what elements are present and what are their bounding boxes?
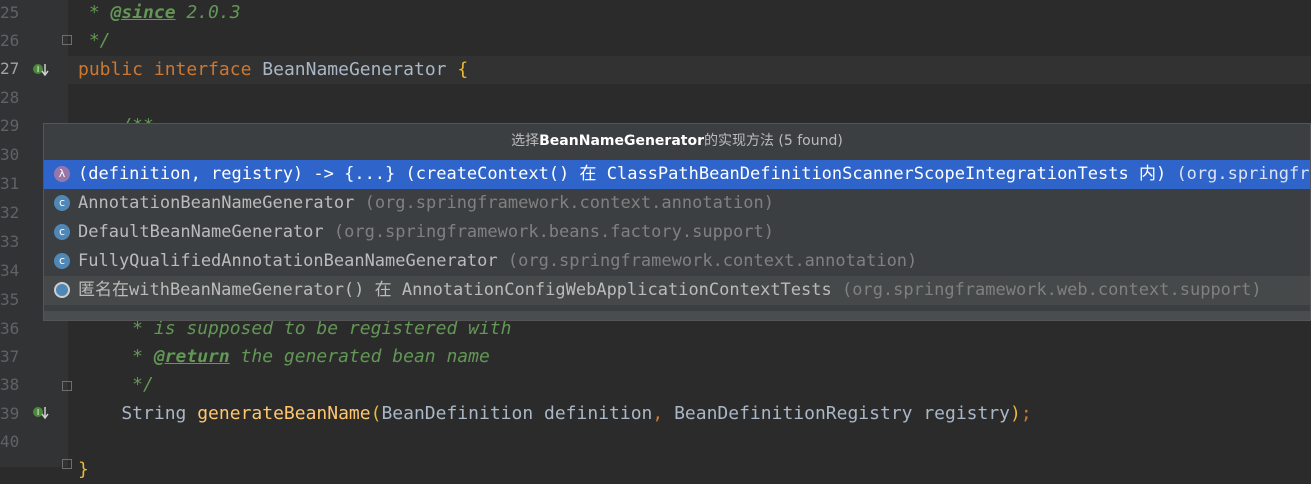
popup-item-lambda[interactable]: λ (definition, registry) -> {...} (creat… — [44, 160, 1310, 189]
popup-item-text: (definition, registry) -> {...} (createC… — [78, 160, 1310, 189]
brace: } — [78, 459, 89, 480]
parameter: BeanDefinition definition — [381, 403, 653, 424]
keyword: public — [78, 59, 144, 80]
implemented-by-gutter-icon[interactable]: I — [32, 405, 50, 421]
popup-title: 选择BeanNameGenerator的实现方法 (5 found) — [44, 124, 1310, 159]
code-line: public interface BeanNameGenerator { — [78, 56, 468, 84]
fold-marker-icon[interactable] — [62, 35, 72, 45]
popup-title-interface: BeanNameGenerator — [539, 133, 704, 149]
popup-item-label: 匿名在withBeanNameGenerator() 在 AnnotationC… — [78, 280, 832, 300]
code-line: */ — [78, 27, 111, 55]
popup-horizontal-scrollbar[interactable] — [44, 311, 1310, 320]
line-number: 26 — [0, 31, 20, 50]
keyword: interface — [153, 59, 252, 80]
comment-text: 2.0.3 — [175, 2, 241, 23]
popup-item-fully-qualified-annotation-bean-name-generator[interactable]: c FullyQualifiedAnnotationBeanNameGenera… — [44, 247, 1310, 276]
code-line: * @since 2.0.3 — [78, 0, 241, 27]
code-line: } — [78, 456, 89, 484]
class-icon: c — [54, 224, 70, 240]
implemented-by-gutter-icon[interactable]: I — [32, 62, 50, 78]
line-number: 31 — [0, 174, 20, 193]
class-icon: c — [54, 253, 70, 269]
line-number: 34 — [0, 261, 20, 280]
javadoc-tag: @return — [153, 346, 230, 367]
interface-name: BeanNameGenerator — [262, 59, 447, 80]
code-line: */ — [78, 371, 154, 399]
comment-text: * is supposed to be registered with — [78, 318, 512, 339]
line-number: 30 — [0, 145, 20, 164]
code-line: String generateBeanName(BeanDefinition d… — [78, 400, 1032, 428]
class-icon: c — [54, 195, 70, 211]
popup-item-package: (org.springframework.context.annotation) — [497, 251, 918, 271]
anonymous-class-icon — [54, 282, 70, 298]
line-number: 28 — [0, 88, 20, 107]
method-name: generateBeanName — [197, 403, 371, 424]
line-number: 40 — [0, 432, 20, 451]
line-number: 38 — [0, 375, 20, 394]
semicolon: ; — [1020, 403, 1032, 424]
choose-implementation-popup[interactable]: 选择BeanNameGenerator的实现方法 (5 found) λ (de… — [43, 123, 1311, 321]
popup-item-anonymous-class[interactable]: 匿名在withBeanNameGenerator() 在 AnnotationC… — [44, 276, 1310, 305]
comment-text: */ — [78, 374, 154, 395]
line-number: 32 — [0, 203, 20, 222]
comment-text: the generated bean name — [229, 346, 490, 367]
code-line: * @return the generated bean name — [78, 343, 490, 371]
popup-item-text: FullyQualifiedAnnotationBeanNameGenerato… — [78, 247, 917, 276]
line-number: 35 — [0, 290, 20, 309]
comment-text: */ — [78, 30, 111, 51]
comment-text: * — [78, 2, 111, 23]
popup-item-package: (org.springframework.context.annotation) — [1176, 164, 1310, 184]
popup-item-default-bean-name-generator[interactable]: c DefaultBeanNameGenerator (org.springfr… — [44, 218, 1310, 247]
line-number: 36 — [0, 319, 20, 338]
type-name: String — [78, 403, 198, 424]
popup-item-label: DefaultBeanNameGenerator — [78, 222, 324, 242]
line-number: 33 — [0, 232, 20, 251]
line-number: 37 — [0, 347, 20, 366]
popup-item-label: (definition, registry) -> {...} (createC… — [78, 164, 1167, 184]
parameter: BeanDefinitionRegistry registry — [674, 403, 1011, 424]
popup-item-package: (org.springframework.beans.factory.suppo… — [323, 222, 774, 242]
popup-item-package: (org.springframework.web.context.support… — [831, 280, 1262, 300]
line-number: 29 — [0, 116, 20, 135]
javadoc-tag: @since — [110, 2, 176, 23]
lambda-icon: λ — [54, 166, 70, 182]
popup-item-text: AnnotationBeanNameGenerator (org.springf… — [78, 189, 774, 218]
popup-item-text: 匿名在withBeanNameGenerator() 在 AnnotationC… — [78, 276, 1262, 305]
line-number: 25 — [0, 3, 20, 22]
popup-item-annotation-bean-name-generator[interactable]: c AnnotationBeanNameGenerator (org.sprin… — [44, 189, 1310, 218]
paren: ( — [370, 403, 382, 424]
popup-item-label: FullyQualifiedAnnotationBeanNameGenerato… — [78, 251, 498, 271]
popup-item-package: (org.springframework.context.annotation) — [354, 193, 774, 213]
comment-text: * — [78, 346, 154, 367]
line-number: 27 — [0, 59, 20, 78]
svg-text:I: I — [37, 408, 39, 417]
brace: { — [457, 59, 469, 80]
fold-marker-icon[interactable] — [62, 459, 72, 469]
popup-title-prefix: 选择 — [511, 133, 540, 149]
popup-item-text: DefaultBeanNameGenerator (org.springfram… — [78, 218, 774, 247]
comma: , — [652, 403, 675, 424]
line-number: 39 — [0, 404, 20, 423]
paren: ) — [1010, 403, 1021, 424]
fold-marker-icon[interactable] — [62, 381, 72, 391]
svg-text:I: I — [37, 65, 39, 74]
popup-item-label: AnnotationBeanNameGenerator — [78, 193, 355, 213]
popup-title-suffix: 的实现方法 (5 found) — [703, 133, 843, 149]
